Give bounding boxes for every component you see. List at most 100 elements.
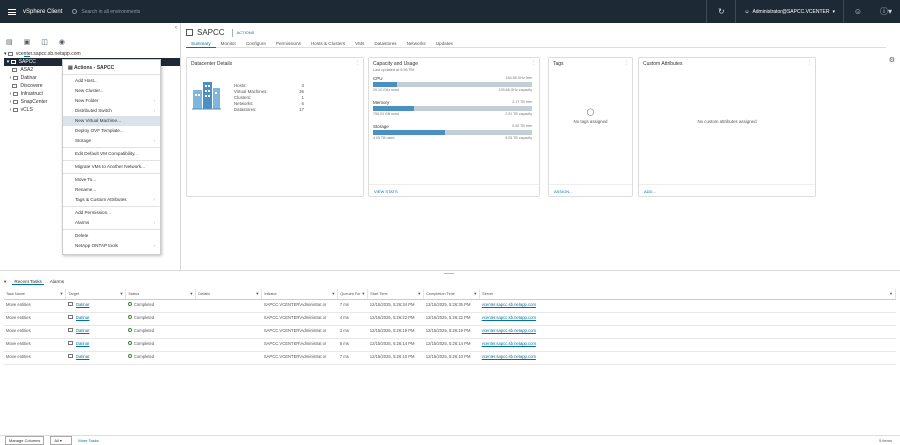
col-start-time[interactable]: Start Time ▼ bbox=[367, 289, 425, 300]
tab-alarms[interactable]: Alarms bbox=[50, 279, 64, 284]
storage-bar bbox=[373, 130, 445, 135]
table-row[interactable]: Move entities Datinar Completed SAPCC.VCENT… bbox=[4, 338, 896, 352]
feedback-icon[interactable]: ☺ bbox=[844, 0, 872, 23]
refresh-icon[interactable]: ↻ bbox=[707, 0, 735, 23]
filter-icon[interactable]: ▼ bbox=[189, 291, 193, 296]
sort-down-icon[interactable]: ▼ bbox=[417, 291, 421, 296]
col-task-name[interactable]: Task Name ▼ bbox=[4, 289, 67, 300]
gear-icon[interactable]: ⚙ bbox=[889, 56, 895, 64]
target-cell[interactable]: Datinar bbox=[65, 299, 126, 313]
folder-icon bbox=[67, 327, 73, 332]
menu-item-rename[interactable]: Rename... bbox=[63, 185, 160, 195]
col-queued-for[interactable]: Queued For ▼ bbox=[337, 289, 369, 300]
table-row[interactable]: Move entities Datinar Completed SAPCC.VCENT… bbox=[4, 325, 896, 339]
filter-icon[interactable]: ▼ bbox=[119, 291, 123, 296]
menu-item-edit-vm-compat[interactable]: Edit Default VM Compatibility... bbox=[63, 149, 160, 159]
menu-item-alarms[interactable]: Alarms › bbox=[63, 218, 160, 228]
tab-networks[interactable]: Networks bbox=[402, 40, 431, 48]
col-server[interactable]: Server ▼ bbox=[479, 289, 896, 300]
more-options-icon[interactable]: ⋮ bbox=[624, 60, 629, 66]
global-search[interactable]: Search in all environments bbox=[72, 9, 372, 15]
tags-card: Tags ⋮ ◯ No tags assigned ASSIGN... bbox=[548, 57, 633, 197]
filter-icon[interactable]: ▼ bbox=[331, 291, 335, 296]
help-icon[interactable]: ⓘ▾ bbox=[872, 0, 900, 23]
datacenter-details-card: Datacenter Details ⋮ Hosts: 3 Virtual Mac… bbox=[186, 57, 364, 197]
more-tasks-link[interactable]: More Tasks bbox=[78, 438, 98, 443]
menu-item-add-host[interactable]: Add Host... bbox=[63, 76, 160, 86]
actions-button[interactable]: ACTIONS bbox=[237, 30, 255, 35]
menu-item-tags-attributes[interactable]: Tags & Custom Attributes › bbox=[63, 195, 160, 205]
server-cell[interactable]: vcenter.sapcc.sb.netapp.com bbox=[479, 299, 896, 313]
check-circle-icon bbox=[127, 314, 132, 319]
start-time-cell: 12/15/2025, 5:26:34 PM bbox=[367, 299, 424, 313]
more-options-icon[interactable]: ⋮ bbox=[531, 60, 536, 66]
task-filter-select[interactable]: All ▾ bbox=[50, 436, 73, 445]
datacenter-illustration-icon bbox=[192, 82, 221, 110]
tree-item-label: Infrastruct bbox=[20, 91, 43, 97]
tab-summary[interactable]: Summary bbox=[186, 40, 216, 48]
tab-datastores[interactable]: Datastores bbox=[369, 40, 401, 48]
target-cell[interactable]: Datinar bbox=[65, 338, 126, 352]
filter-icon[interactable]: ▼ bbox=[473, 291, 477, 296]
table-row[interactable]: Move entities Datinar Completed SAPCC.VCENT… bbox=[4, 299, 896, 313]
tasks-panel: ▾ Recent Tasks Alarms Task Name ▼ Target ▼… bbox=[0, 270, 900, 445]
memory-bar bbox=[373, 106, 415, 111]
menu-item-move-to[interactable]: Move To... bbox=[63, 175, 160, 185]
user-menu[interactable]: ☺ Administrator@SAPCC.VCENTER ▾ bbox=[736, 9, 843, 15]
tab-vms[interactable]: VMs bbox=[350, 40, 369, 48]
col-details[interactable]: Details ▼ bbox=[195, 289, 263, 300]
more-options-icon[interactable]: ⋮ bbox=[355, 60, 360, 66]
hamburger-menu-icon[interactable] bbox=[8, 8, 16, 15]
tab-permissions[interactable]: Permissions bbox=[271, 40, 306, 48]
menu-item-new-virtual-machine[interactable]: New Virtual Machine... bbox=[63, 116, 160, 126]
col-initiator[interactable]: Initiator ▼ bbox=[261, 289, 339, 300]
tab-configure[interactable]: Configure bbox=[241, 40, 271, 48]
tab-recent-tasks[interactable]: Recent Tasks bbox=[12, 279, 44, 285]
tab-monitor[interactable]: Monitor bbox=[216, 40, 241, 48]
collapse-panel-icon[interactable]: ‹ bbox=[175, 25, 177, 31]
chevron-right-icon: › bbox=[153, 138, 155, 143]
server-cell[interactable]: vcenter.sapcc.sb.netapp.com bbox=[479, 325, 896, 339]
view-stats-link[interactable]: VIEW STATS bbox=[369, 184, 539, 196]
server-cell[interactable]: vcenter.sapcc.sb.netapp.com bbox=[479, 338, 896, 352]
menu-item-new-folder[interactable]: New Folder › bbox=[63, 96, 160, 106]
filter-icon[interactable]: ▼ bbox=[889, 291, 893, 296]
chevron-right-icon: › bbox=[153, 108, 155, 113]
folder-icon bbox=[67, 353, 73, 358]
table-row[interactable]: Move entities Datinar Completed SAPCC.VCENT… bbox=[4, 351, 896, 365]
col-status[interactable]: Status ▼ bbox=[125, 289, 197, 300]
start-time-cell: 12/15/2025, 5:26:19 PM bbox=[367, 325, 424, 339]
menu-item-deploy-ovf[interactable]: Deploy OVF Template... bbox=[63, 126, 160, 136]
menu-item-storage[interactable]: Storage › bbox=[63, 136, 160, 146]
resize-handle[interactable] bbox=[444, 273, 454, 274]
tree-root[interactable]: ▾ vcenter.sapcc.sb.netapp.com bbox=[4, 50, 180, 58]
server-cell[interactable]: vcenter.sapcc.sb.netapp.com bbox=[479, 351, 896, 365]
more-options-icon[interactable]: ⋮ bbox=[807, 60, 812, 66]
tab-updates[interactable]: Updates bbox=[431, 40, 458, 48]
target-cell[interactable]: Datinar bbox=[65, 312, 126, 326]
target-cell[interactable]: Datinar bbox=[65, 351, 126, 365]
tab-hosts-clusters[interactable]: Hosts & Clusters bbox=[306, 40, 350, 48]
add-attribute-link[interactable]: ADD... bbox=[639, 184, 815, 196]
menu-item-distributed-switch[interactable]: Distributed Switch › bbox=[63, 106, 160, 116]
menu-item-new-cluster[interactable]: New Cluster... bbox=[63, 86, 160, 96]
filter-icon[interactable]: ▼ bbox=[255, 291, 259, 296]
menu-item-netapp-ontap-tools[interactable]: NetApp ONTAP tools › bbox=[63, 241, 160, 251]
chevron-down-icon[interactable]: ▾ bbox=[4, 279, 6, 285]
assign-link[interactable]: ASSIGN... bbox=[549, 184, 632, 196]
col-target[interactable]: Target ▼ bbox=[65, 289, 127, 300]
capacity-usage-card: Capacity and Usage ⋮ Last updated at 5:3… bbox=[368, 57, 540, 197]
menu-item-delete[interactable]: Delete bbox=[63, 231, 160, 241]
filter-icon[interactable]: ▼ bbox=[361, 291, 365, 296]
tree-item-label: Discovere bbox=[20, 83, 43, 89]
col-completion-time[interactable]: Completion Time ▼ bbox=[423, 289, 481, 300]
filter-icon[interactable]: ▼ bbox=[59, 291, 63, 296]
server-cell[interactable]: vcenter.sapcc.sb.netapp.com bbox=[479, 312, 896, 326]
manage-columns-button[interactable]: Manage Columns bbox=[5, 436, 45, 445]
table-row[interactable]: Move entities Datinar Completed SAPCC.VCENT… bbox=[4, 312, 896, 326]
menu-item-migrate-vms[interactable]: Migrate VMs to Another Network... bbox=[63, 162, 160, 172]
menu-item-add-permission[interactable]: Add Permission... bbox=[63, 208, 160, 218]
completion-time-cell: 12/15/2025, 5:26:19 PM bbox=[423, 325, 480, 339]
initiator-cell: SAPCC.VCENTER\Administrat or bbox=[261, 299, 338, 313]
target-cell[interactable]: Datinar bbox=[65, 325, 126, 339]
